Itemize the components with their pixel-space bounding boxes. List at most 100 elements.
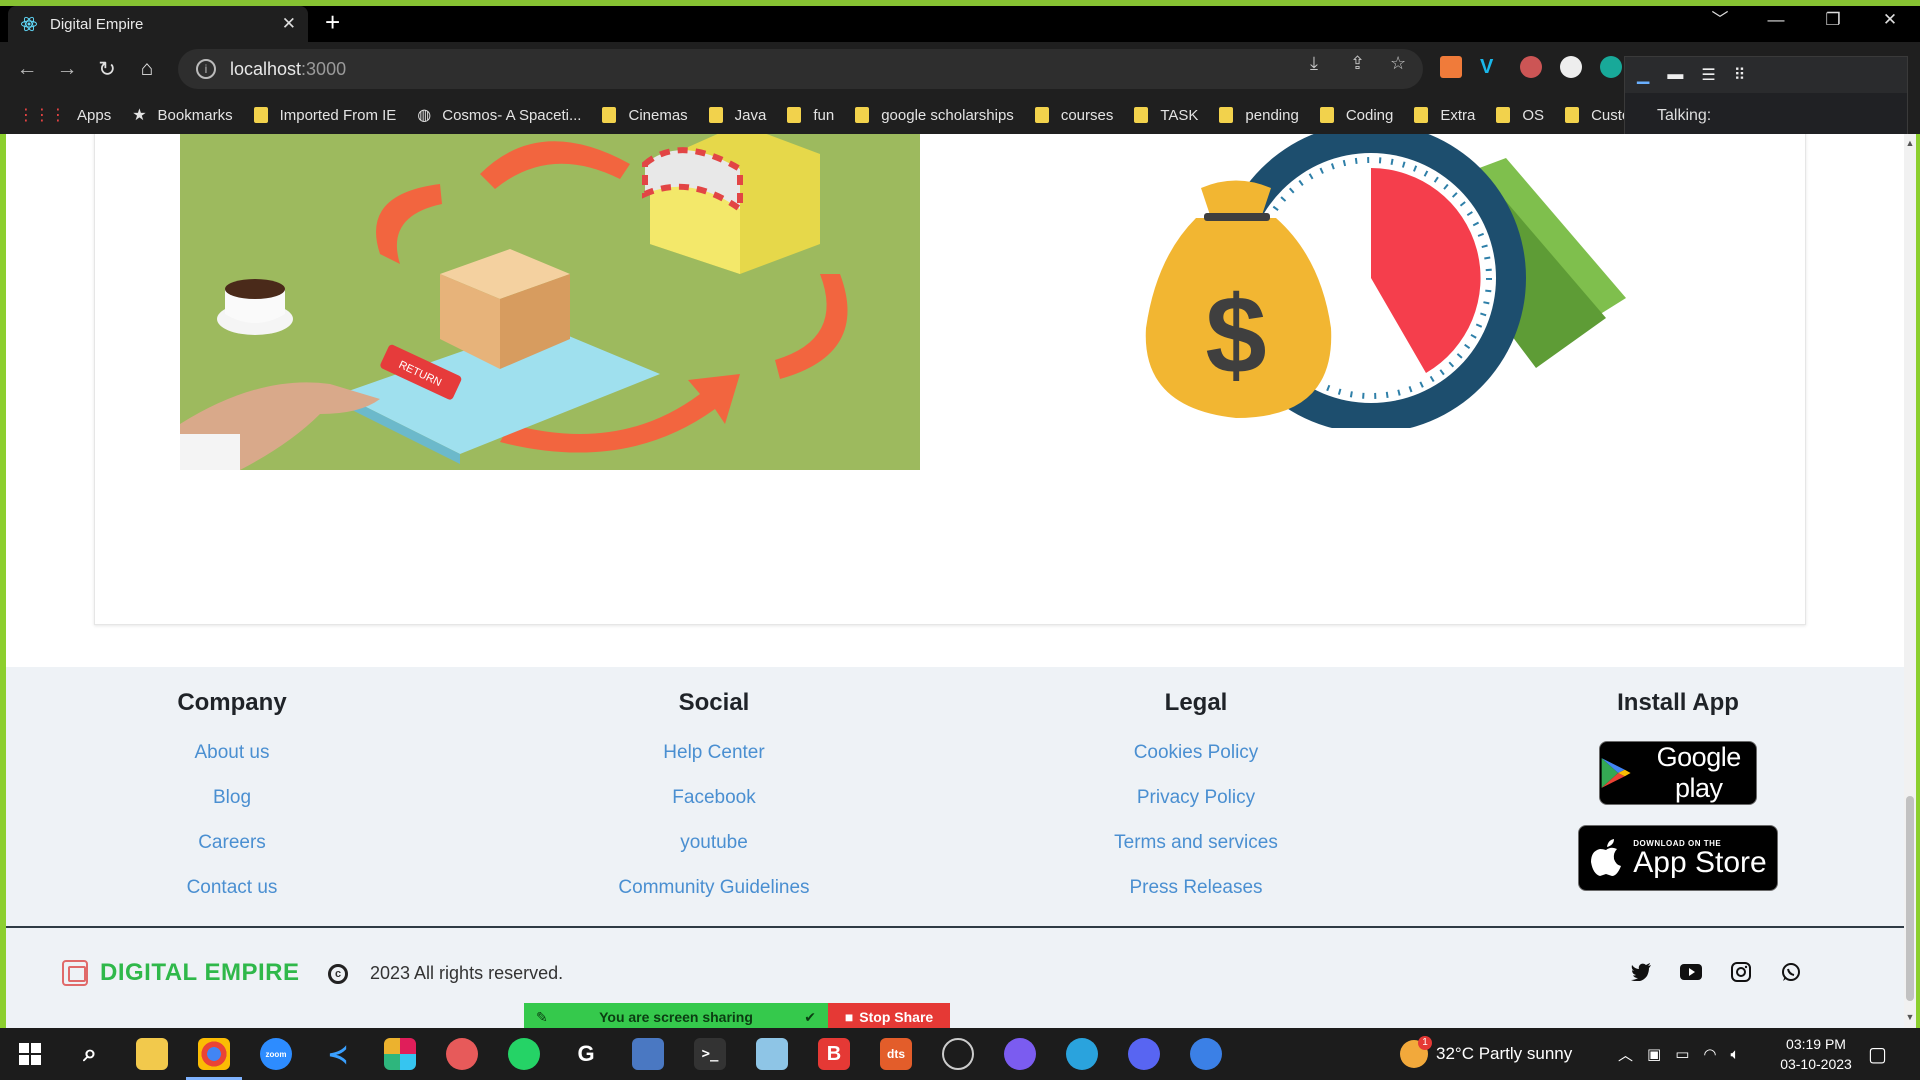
- app-icon[interactable]: [446, 1038, 478, 1070]
- new-tab-button[interactable]: +: [325, 8, 340, 36]
- tab-close-icon[interactable]: ✕: [282, 14, 296, 34]
- scroll-up-arrow-icon[interactable]: ▲: [1904, 138, 1916, 148]
- bookmark-fun[interactable]: fun: [787, 107, 834, 124]
- bookmark-os[interactable]: OS: [1496, 107, 1544, 124]
- privacy-policy-link[interactable]: Privacy Policy: [1046, 786, 1346, 810]
- meet-now-icon[interactable]: ▣: [1647, 1045, 1661, 1063]
- money-bag-symbol: $: [1205, 274, 1266, 397]
- restore-window-button[interactable]: ❐: [1813, 6, 1853, 34]
- notepad-icon[interactable]: [756, 1038, 788, 1070]
- windows-taskbar: ⌕ zoom ≺ G >_ B dts 1 32°C Partly sunny …: [0, 1028, 1920, 1080]
- obs-icon[interactable]: [942, 1038, 974, 1070]
- zoom-icon[interactable]: zoom: [260, 1038, 292, 1070]
- dts-audio-icon[interactable]: dts: [880, 1038, 912, 1070]
- address-bar[interactable]: i localhost:3000: [178, 49, 1423, 89]
- back-arrow-icon[interactable]: ←: [12, 54, 42, 84]
- youtube-icon[interactable]: [1680, 961, 1702, 983]
- bookmark-courses[interactable]: courses: [1034, 107, 1113, 124]
- bookmark-task[interactable]: TASK: [1134, 107, 1198, 124]
- bookmark-cinemas[interactable]: Cinemas: [602, 107, 688, 124]
- install-app-icon[interactable]: ⤓: [1310, 53, 1318, 74]
- calculator-icon[interactable]: [632, 1038, 664, 1070]
- slack-icon[interactable]: [384, 1038, 416, 1070]
- twitter-icon[interactable]: [1630, 961, 1652, 983]
- page-scrollbar[interactable]: ▲ ▼: [1904, 134, 1916, 1028]
- home-icon[interactable]: ⌂: [132, 54, 162, 84]
- site-info-icon[interactable]: i: [196, 59, 216, 79]
- file-explorer-icon[interactable]: [136, 1038, 168, 1070]
- contact-us-link[interactable]: Contact us: [82, 876, 382, 900]
- brand-logo[interactable]: DIGITAL EMPIRE: [62, 959, 299, 987]
- extension-face-icon[interactable]: [1520, 56, 1542, 78]
- blog-link[interactable]: Blog: [82, 786, 382, 810]
- bookmark-imported-from-ie[interactable]: Imported From IE: [253, 107, 396, 124]
- bookmark-custo[interactable]: Custo: [1565, 107, 1630, 124]
- system-clock[interactable]: 03:19 PM 03-10-2023: [1766, 1034, 1866, 1074]
- bookmark-google-scholarships[interactable]: google scholarships: [855, 107, 1014, 124]
- github-desktop-icon[interactable]: G: [570, 1038, 602, 1070]
- forward-arrow-icon[interactable]: →: [52, 54, 82, 84]
- vimeo-extension-icon[interactable]: V: [1480, 56, 1502, 78]
- bookmark-cosmos[interactable]: ◍ Cosmos- A Spaceti...: [417, 105, 581, 125]
- weather-widget[interactable]: 1 32°C Partly sunny: [1400, 1028, 1572, 1080]
- browser-tab-digital-empire[interactable]: Digital Empire ✕: [8, 6, 308, 42]
- bookmark-java[interactable]: Java: [708, 107, 766, 124]
- windows-start-icon[interactable]: [14, 1038, 46, 1070]
- reload-icon[interactable]: ↻: [92, 54, 122, 84]
- bookmark-extra[interactable]: Extra: [1414, 107, 1475, 124]
- minimize-panel-icon[interactable]: ▁: [1637, 65, 1649, 85]
- bookmark-pending[interactable]: pending: [1219, 107, 1299, 124]
- brave-b-icon[interactable]: B: [818, 1038, 850, 1070]
- proton-vpn-icon[interactable]: [1004, 1038, 1036, 1070]
- color-picker-extension-icon[interactable]: [1440, 56, 1462, 78]
- terms-and-services-link[interactable]: Terms and services: [1046, 831, 1346, 855]
- scrollbar-thumb[interactable]: [1906, 796, 1914, 1001]
- wifi-icon[interactable]: ◠: [1703, 1045, 1716, 1063]
- folder-icon: [708, 107, 723, 123]
- bookmark-coding[interactable]: Coding: [1319, 107, 1393, 124]
- tab-search-chevron-icon[interactable]: ﹀: [1700, 6, 1740, 34]
- youtube-link[interactable]: youtube: [564, 831, 864, 855]
- cookies-policy-link[interactable]: Cookies Policy: [1046, 741, 1346, 765]
- community-guidelines-link[interactable]: Community Guidelines: [564, 876, 864, 900]
- list-view-icon[interactable]: ☰: [1701, 65, 1715, 85]
- stop-share-button[interactable]: ■ Stop Share: [828, 1003, 950, 1031]
- bookmark-apps[interactable]: ⋮⋮⋮ Apps: [18, 105, 111, 125]
- bookmark-star-icon[interactable]: ☆: [1390, 53, 1406, 74]
- instagram-icon[interactable]: [1730, 961, 1752, 983]
- extension-circle-icon[interactable]: [1560, 56, 1582, 78]
- scroll-down-arrow-icon[interactable]: ▼: [1904, 1012, 1916, 1022]
- about-us-link[interactable]: About us: [82, 741, 382, 765]
- whatsapp-icon[interactable]: [1780, 961, 1802, 983]
- whatsapp-app-icon[interactable]: [508, 1038, 540, 1070]
- facebook-link[interactable]: Facebook: [564, 786, 864, 810]
- notifications-icon[interactable]: ▢: [1868, 1028, 1887, 1080]
- close-window-button[interactable]: ✕: [1870, 6, 1910, 34]
- search-icon[interactable]: ⌕: [74, 1038, 106, 1070]
- google-play-badge[interactable]: Google play: [1599, 741, 1757, 805]
- share-icon[interactable]: ⇪: [1350, 53, 1365, 74]
- compact-view-icon[interactable]: ▬: [1667, 66, 1683, 84]
- firefox-icon[interactable]: [1190, 1038, 1222, 1070]
- globe-icon: ◍: [417, 107, 432, 124]
- telegram-icon[interactable]: [1066, 1038, 1098, 1070]
- volume-icon[interactable]: 🔈︎: [1730, 1046, 1739, 1063]
- vscode-icon[interactable]: ≺: [322, 1038, 354, 1070]
- terminal-icon[interactable]: >_: [694, 1038, 726, 1070]
- screen-share-status[interactable]: ✎ You are screen sharing ✔: [524, 1003, 828, 1031]
- help-center-link[interactable]: Help Center: [564, 741, 864, 765]
- drag-handle-icon[interactable]: ✎: [536, 1009, 548, 1026]
- battery-icon[interactable]: ▭: [1675, 1045, 1689, 1063]
- react-favicon-icon: [21, 16, 37, 32]
- tray-chevron-icon[interactable]: ︿: [1618, 1044, 1633, 1065]
- app-store-badge[interactable]: DOWNLOAD ON THE App Store: [1578, 825, 1778, 891]
- careers-link[interactable]: Careers: [82, 831, 382, 855]
- minimize-window-button[interactable]: —: [1756, 6, 1796, 34]
- bookmark-bookmarks[interactable]: ★ Bookmarks: [132, 105, 232, 125]
- chat-extension-icon[interactable]: [1600, 56, 1622, 78]
- discord-icon[interactable]: [1128, 1038, 1160, 1070]
- press-releases-link[interactable]: Press Releases: [1046, 876, 1346, 900]
- social-heading: Social: [678, 689, 750, 716]
- chrome-icon[interactable]: [198, 1038, 230, 1070]
- grid-view-icon[interactable]: ⠿: [1734, 65, 1746, 85]
